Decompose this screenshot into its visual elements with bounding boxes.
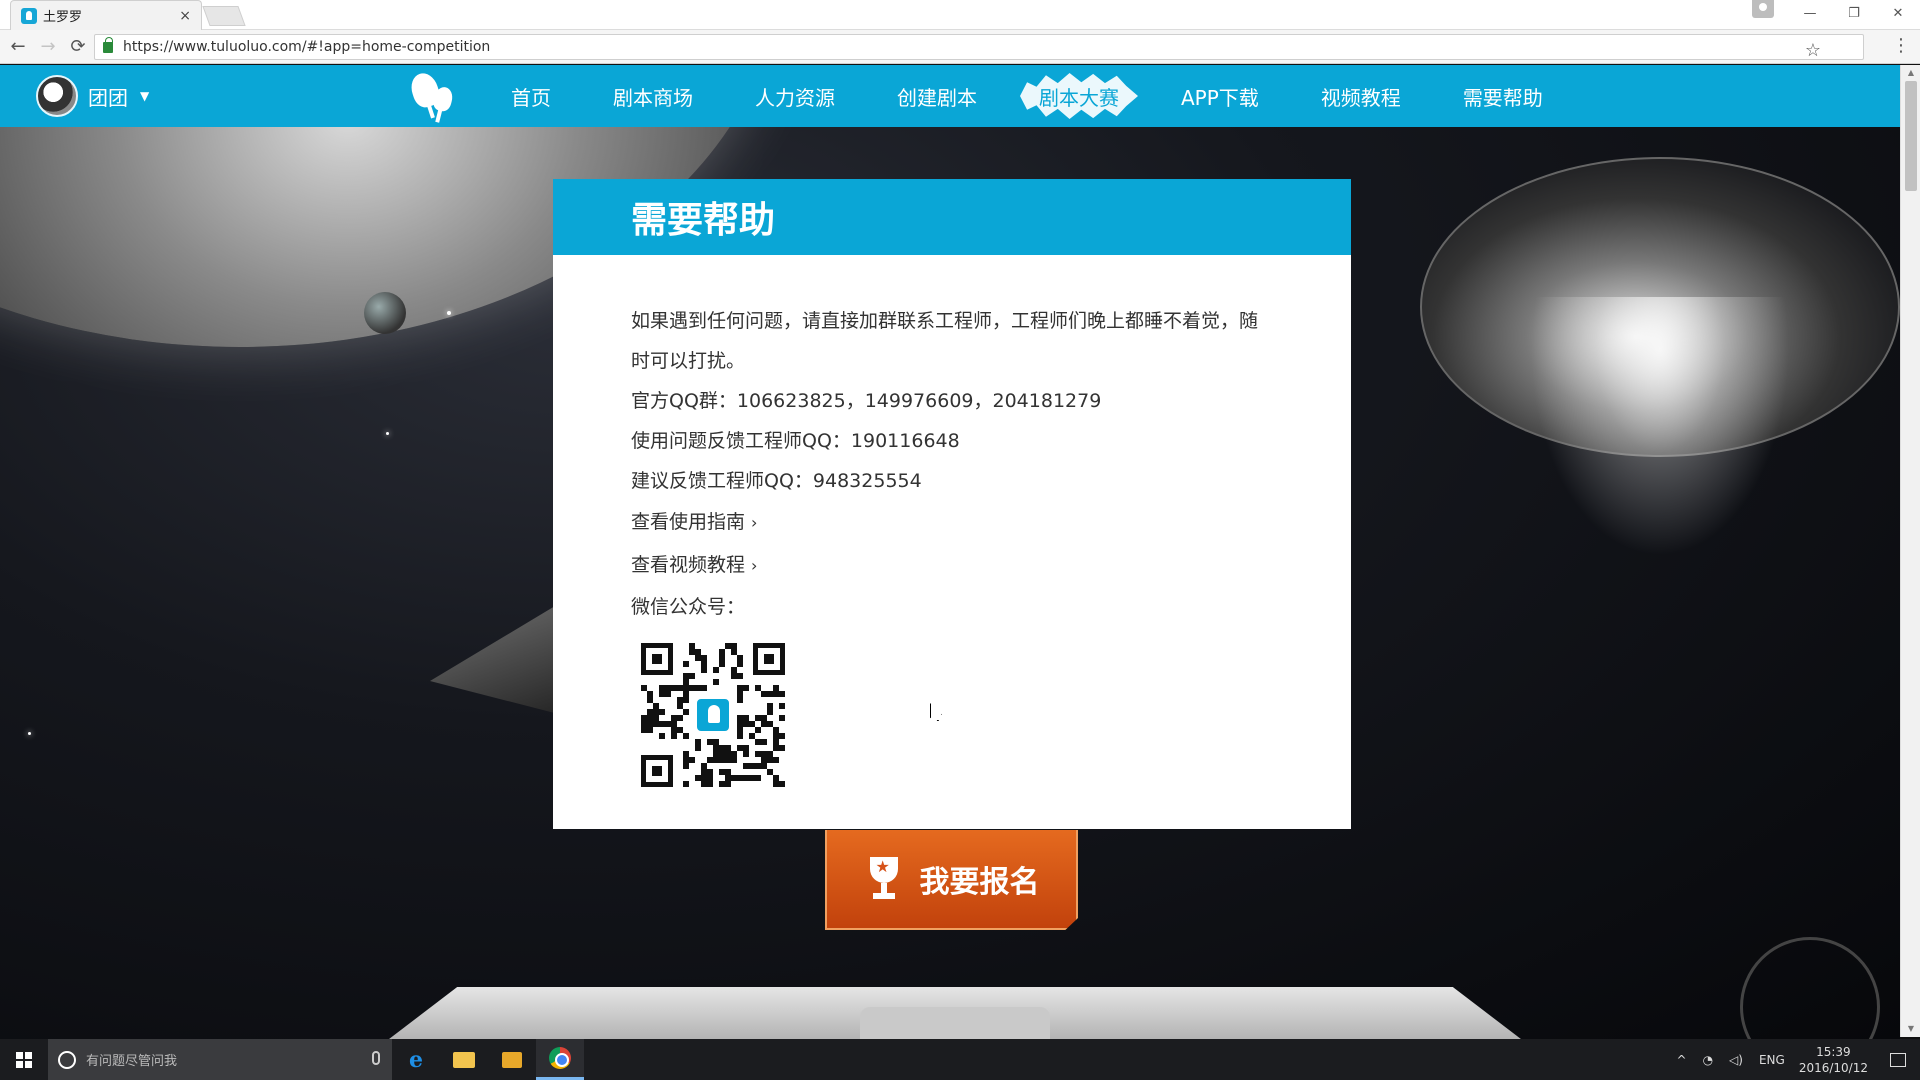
scroll-thumb[interactable] — [1905, 81, 1917, 191]
spaceship-wing-illustration — [430, 597, 570, 717]
close-window-button[interactable]: ✕ — [1876, 0, 1920, 26]
video-tutorial-link[interactable]: 查看视频教程 › — [631, 544, 1273, 587]
chevron-right-icon: › — [751, 556, 758, 575]
suggest-qq: 建议反馈工程师QQ：948325554 — [631, 470, 922, 492]
bookmark-star-icon[interactable]: ☆ — [1805, 40, 1821, 61]
qq-groups: 官方QQ群：106623825，149976609，204181279 — [631, 390, 1102, 412]
help-card: 需要帮助 如果遇到任何问题，请直接加群联系工程师，工程师们晚上都睡不着觉，随时可… — [553, 179, 1351, 829]
help-title: 需要帮助 — [631, 200, 776, 241]
site-favicon-icon — [21, 7, 37, 24]
back-icon[interactable]: ← — [6, 35, 30, 59]
media-player-icon — [502, 1051, 522, 1068]
folder-icon — [453, 1051, 475, 1068]
moon-illustration — [364, 292, 406, 334]
clock[interactable]: 15:39 2016/10/12 — [1799, 1044, 1868, 1076]
trophy-icon: ★ — [864, 857, 904, 901]
new-tab-button[interactable] — [202, 6, 246, 26]
qr-center-logo-icon — [695, 697, 731, 733]
site-logo-icon[interactable] — [406, 69, 458, 121]
wechat-label: 微信公众号： — [631, 596, 746, 618]
clock-date: 2016/10/12 — [1798, 1060, 1868, 1075]
user-name[interactable]: 团团 — [88, 82, 128, 111]
search-placeholder: 有问题尽管问我 — [86, 1054, 178, 1069]
cortana-search-input[interactable]: 有问题尽管问我 — [48, 1039, 392, 1080]
nav-item-app-download[interactable]: APP下载 — [1150, 65, 1290, 127]
restore-button[interactable]: ❐ — [1832, 0, 1876, 26]
clock-time: 15:39 — [1816, 1044, 1851, 1059]
profile-icon[interactable] — [1752, 0, 1774, 18]
chrome-icon — [549, 1047, 571, 1069]
signup-button[interactable]: ★ 我要报名 — [825, 830, 1078, 930]
chevron-down-icon[interactable]: ▼ — [140, 89, 149, 103]
guide-link[interactable]: 查看使用指南 › — [631, 501, 1273, 544]
microphone-icon[interactable] — [372, 1051, 380, 1065]
media-player-taskbar-button[interactable] — [488, 1039, 536, 1080]
site-header: 团团 ▼ 首页 剧本商场 人力资源 创建剧本 剧本大赛 APP下载 视频教程 需… — [0, 65, 1900, 127]
edge-icon: e — [409, 1046, 423, 1073]
ufo-illustration — [1420, 157, 1900, 557]
browser-tab[interactable]: 土罗罗 × — [10, 0, 202, 30]
action-center-icon[interactable] — [1890, 1052, 1906, 1067]
reload-icon[interactable]: ⟳ — [66, 35, 90, 59]
station-notch-illustration — [860, 1007, 1050, 1039]
feedback-qq: 使用问题反馈工程师QQ：190116648 — [631, 430, 960, 452]
avatar[interactable] — [36, 75, 78, 117]
tab-title: 土罗罗 — [43, 10, 83, 25]
help-intro: 如果遇到任何问题，请直接加群联系工程师，工程师们晚上都睡不着觉，随时可以打扰。 — [631, 310, 1259, 372]
forward-icon[interactable]: → — [36, 35, 60, 59]
help-card-body: 如果遇到任何问题，请直接加群联系工程师，工程师们晚上都睡不着觉，随时可以打扰。 … — [553, 255, 1351, 787]
edge-taskbar-button[interactable]: e — [392, 1039, 440, 1080]
file-explorer-taskbar-button[interactable] — [440, 1039, 488, 1080]
nav-item-create-script[interactable]: 创建剧本 — [866, 65, 1008, 127]
star-decoration — [386, 432, 389, 435]
browser-menu-icon[interactable]: ⋮ — [1892, 35, 1910, 56]
chrome-taskbar-button[interactable] — [536, 1039, 584, 1080]
star-decoration — [447, 311, 451, 315]
nav-item-video-tutorial[interactable]: 视频教程 — [1290, 65, 1432, 127]
nav-item-hr[interactable]: 人力资源 — [724, 65, 866, 127]
nav-item-competition[interactable]: 剧本大赛 — [1008, 65, 1150, 127]
gauge-decoration — [1740, 937, 1880, 1039]
page-scrollbar[interactable]: ▲ ▼ — [1900, 65, 1920, 1037]
signup-label: 我要报名 — [919, 865, 1040, 900]
help-card-header: 需要帮助 — [553, 179, 1351, 255]
scroll-down-icon[interactable]: ▼ — [1901, 1021, 1920, 1037]
main-nav: 首页 剧本商场 人力资源 创建剧本 剧本大赛 APP下载 视频教程 需要帮助 — [480, 65, 1574, 127]
lock-icon — [103, 36, 113, 53]
chevron-right-icon: › — [751, 513, 758, 532]
user-menu[interactable]: 团团 ▼ — [36, 75, 149, 117]
network-icon[interactable]: ◔ — [1703, 1053, 1713, 1067]
cortana-icon — [58, 1050, 76, 1069]
system-tray: ^ ◔ ◁) ENG 15:39 2016/10/12 — [1669, 1039, 1920, 1080]
scroll-up-icon[interactable]: ▲ — [1901, 65, 1920, 81]
address-bar[interactable]: https://www.tuluoluo.com/#!app=home-comp… — [94, 34, 1864, 61]
url-text[interactable]: https://www.tuluoluo.com/#!app=home-comp… — [123, 39, 490, 55]
windows-taskbar: 有问题尽管问我 e ^ ◔ ◁) ENG 15:39 2016/10/12 — [0, 1039, 1920, 1080]
windows-start-icon[interactable] — [0, 1039, 48, 1080]
browser-tabbar: 土罗罗 × — ❐ ✕ — [0, 0, 1920, 30]
minimize-button[interactable]: — — [1788, 0, 1832, 26]
nav-item-home[interactable]: 首页 — [480, 65, 582, 127]
nav-item-help[interactable]: 需要帮助 — [1432, 65, 1574, 127]
window-controls: — ❐ ✕ — [1788, 0, 1920, 26]
nav-item-script-store[interactable]: 剧本商场 — [582, 65, 724, 127]
language-indicator[interactable]: ENG — [1759, 1053, 1785, 1067]
star-decoration — [28, 732, 31, 735]
tab-close-icon[interactable]: × — [179, 8, 191, 24]
volume-icon[interactable]: ◁) — [1729, 1053, 1743, 1067]
browser-toolbar: ← → ⟳ https://www.tuluoluo.com/#!app=hom… — [0, 30, 1920, 64]
wechat-qr-code — [641, 643, 785, 787]
chevron-up-icon[interactable]: ^ — [1677, 1053, 1687, 1067]
